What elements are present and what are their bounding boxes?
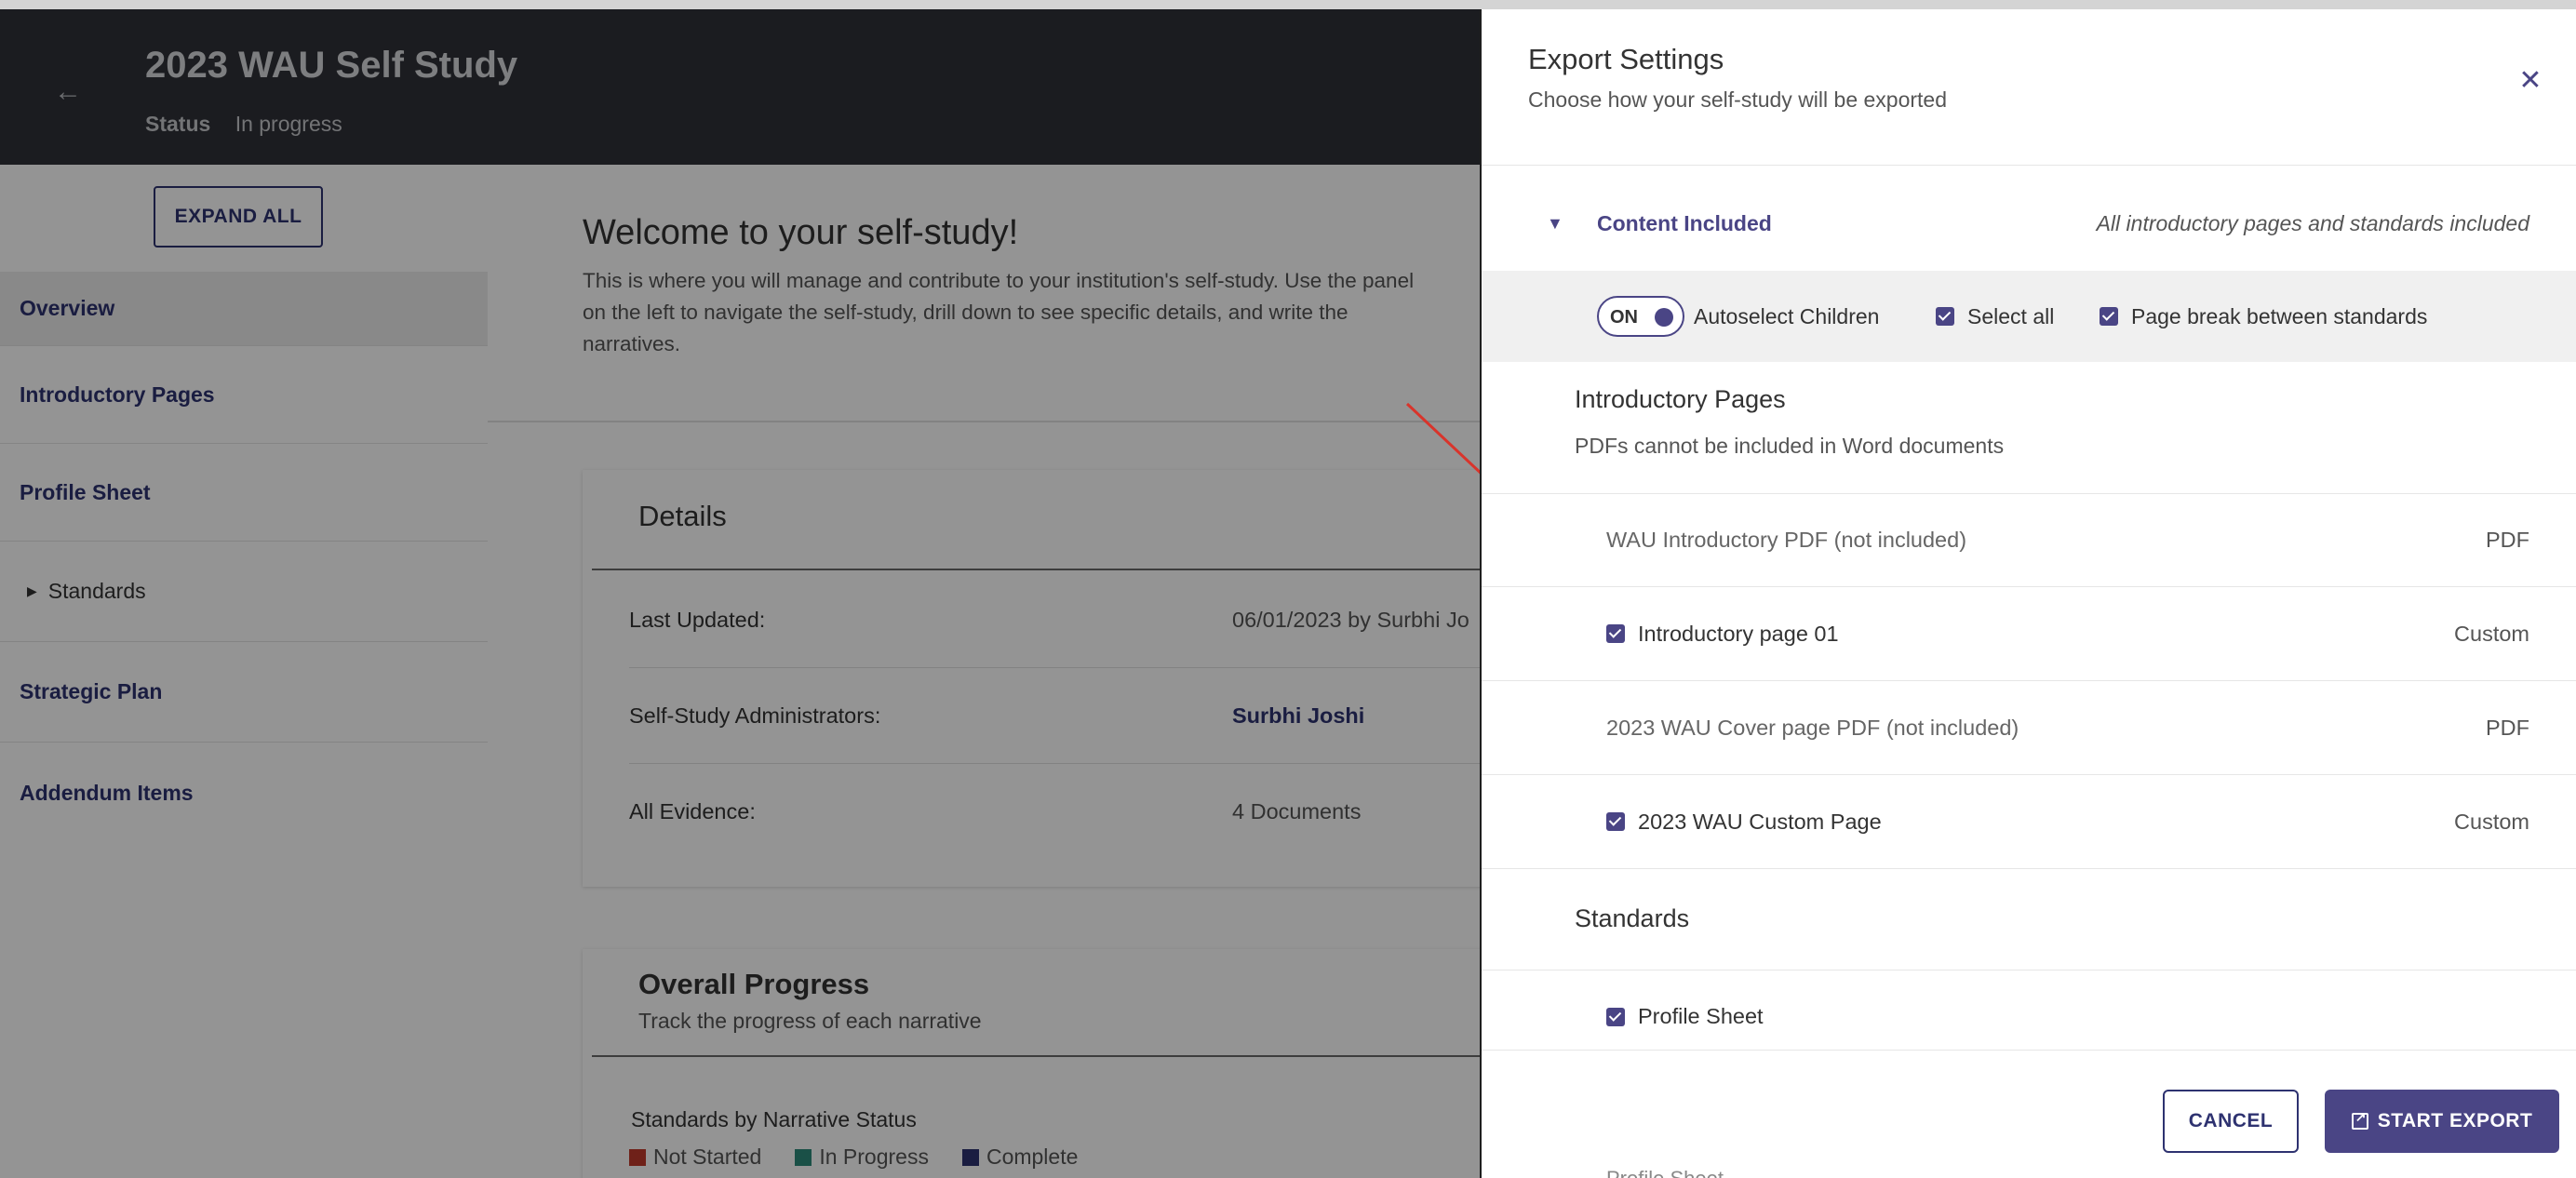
item-checkbox[interactable] — [1606, 624, 1625, 643]
select-all-label: Select all — [1967, 303, 2055, 328]
page-break-label: Page break between standards — [2131, 303, 2428, 328]
export-item-cover-page-pdf: 2023 WAU Cover page PDF (not included) P… — [1482, 681, 2576, 775]
item-label: WAU Introductory PDF (not included) — [1606, 528, 1967, 552]
autoselect-label: Autoselect Children — [1694, 303, 1880, 328]
content-included-section-header[interactable]: ▼ Content Included All introductory page… — [1482, 177, 2576, 271]
cancel-button[interactable]: CANCEL — [2163, 1090, 2299, 1153]
item-label: 2023 WAU Cover page PDF (not included) — [1606, 715, 2019, 740]
collapse-caret-icon[interactable]: ▼ — [1547, 214, 1563, 234]
export-item-wau-introductory-pdf: WAU Introductory PDF (not included) PDF — [1482, 493, 2576, 587]
page-break-checkbox[interactable] — [2100, 307, 2118, 326]
item-type: Custom — [2454, 809, 2529, 834]
export-options-bar: ON Autoselect Children Select all Page b… — [1482, 271, 2576, 362]
item-type: PDF — [2486, 528, 2529, 552]
external-link-icon — [2351, 1109, 2368, 1130]
item-label: Profile Sheet — [1638, 1004, 1764, 1028]
export-item-custom-page[interactable]: 2023 WAU Custom Page Custom — [1482, 775, 2576, 869]
browser-top-strip — [0, 0, 2576, 9]
item-label: Introductory page 01 — [1638, 621, 1839, 646]
section-name: Content Included — [1597, 211, 1772, 235]
item-checkbox[interactable] — [1606, 812, 1625, 831]
introductory-pages-heading: Introductory Pages — [1575, 385, 1786, 413]
modal-backdrop[interactable] — [0, 9, 1480, 1178]
section-summary: All introductory pages and standards inc… — [2096, 211, 2529, 235]
start-export-label: START EXPORT — [2377, 1110, 2533, 1131]
drawer-subtitle: Choose how your self-study will be expor… — [1528, 87, 1948, 112]
partially-hidden-item-label: Profile Sheet — [1606, 1167, 1724, 1178]
item-label: 2023 WAU Custom Page — [1638, 809, 1882, 834]
drawer-title: Export Settings — [1528, 43, 1724, 75]
toggle-knob — [1655, 308, 1673, 327]
autoselect-toggle[interactable]: ON — [1597, 296, 1684, 337]
item-type: Custom — [2454, 621, 2529, 646]
drawer-header: Export Settings Choose how your self-stu… — [1482, 9, 2576, 166]
item-checkbox[interactable] — [1606, 1008, 1625, 1026]
toggle-label: ON — [1610, 307, 1638, 328]
close-icon[interactable]: ✕ — [2515, 65, 2546, 97]
drawer-footer: CANCEL START EXPORT — [1482, 1050, 2576, 1178]
export-item-introductory-page-01[interactable]: Introductory page 01 Custom — [1482, 587, 2576, 681]
standards-heading: Standards — [1575, 904, 1690, 932]
start-export-button[interactable]: START EXPORT — [2325, 1090, 2559, 1153]
select-all-checkbox[interactable] — [1936, 307, 1954, 326]
item-type: PDF — [2486, 715, 2529, 740]
introductory-pages-note: PDFs cannot be included in Word document… — [1575, 434, 2005, 458]
export-settings-drawer: Export Settings Choose how your self-stu… — [1480, 9, 2576, 1178]
